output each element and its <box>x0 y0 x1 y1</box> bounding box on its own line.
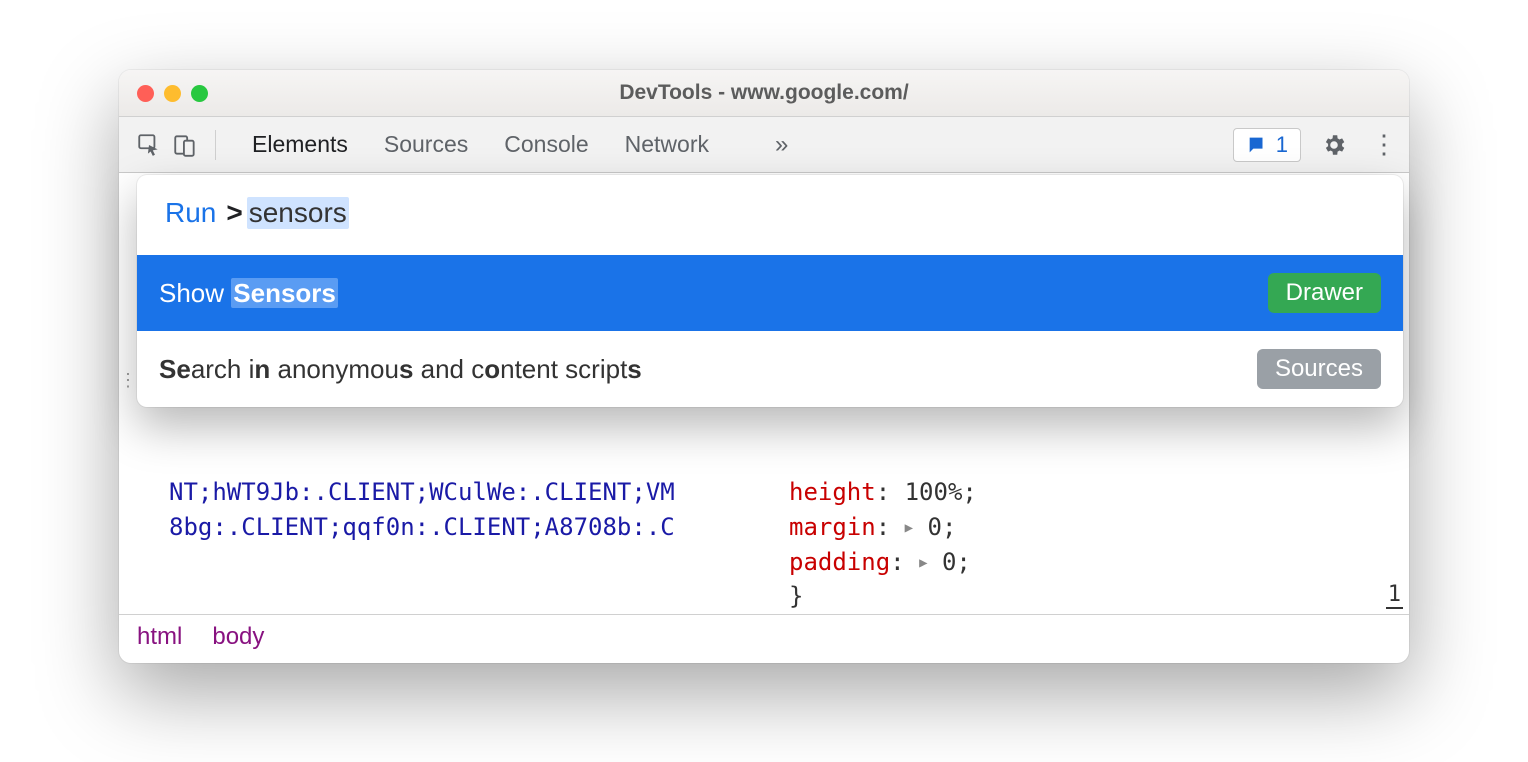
toolbar-separator <box>215 130 216 160</box>
minimize-window-icon[interactable] <box>164 85 181 102</box>
panel-tabs: Elements Sources Console Network » <box>252 131 788 159</box>
issues-button[interactable]: 1 <box>1233 128 1301 162</box>
command-prompt: > <box>226 197 242 229</box>
inspect-element-icon[interactable] <box>133 129 165 161</box>
close-window-icon[interactable] <box>137 85 154 102</box>
command-item-badge: Sources <box>1257 349 1381 389</box>
run-label: Run <box>165 197 216 229</box>
command-results: Show Sensors Drawer Search in anonymous … <box>137 255 1403 407</box>
devtools-window: DevTools - www.google.com/ Elements Sour… <box>119 70 1409 663</box>
fullscreen-window-icon[interactable] <box>191 85 208 102</box>
breadcrumb-item[interactable]: html <box>137 623 182 651</box>
tab-sources[interactable]: Sources <box>384 131 468 158</box>
toolbar: Elements Sources Console Network » 1 ⋮ <box>119 117 1409 173</box>
toggle-device-toolbar-icon[interactable] <box>169 129 201 161</box>
titlebar: DevTools - www.google.com/ <box>119 70 1409 117</box>
command-menu: Run >sensors Show Sensors Drawer Search … <box>137 175 1403 407</box>
command-item-badge: Drawer <box>1268 273 1381 313</box>
tab-console[interactable]: Console <box>504 131 588 158</box>
window-title: DevTools - www.google.com/ <box>119 81 1409 105</box>
more-options-icon[interactable]: ⋮ <box>1367 129 1401 160</box>
tabs-overflow-icon[interactable]: » <box>775 131 788 159</box>
styles-pane-snippet: height: 100%;margin: ▶ 0;padding: ▶ 0; } <box>769 475 1409 614</box>
tab-elements[interactable]: Elements <box>252 131 348 158</box>
command-item-show-sensors[interactable]: Show Sensors Drawer <box>137 255 1403 331</box>
issues-count: 1 <box>1276 132 1288 158</box>
breadcrumb: html body <box>119 614 1409 663</box>
settings-icon[interactable] <box>1317 132 1351 158</box>
command-input[interactable]: Run >sensors <box>137 175 1403 255</box>
tab-network[interactable]: Network <box>625 131 709 158</box>
command-query: sensors <box>247 197 349 229</box>
command-item-label: Show Sensors <box>159 278 338 309</box>
breadcrumb-item[interactable]: body <box>212 623 264 651</box>
traffic-lights <box>137 85 208 102</box>
command-item-label: Search in anonymous and content scripts <box>159 354 642 385</box>
code-area: NT;hWT9Jb:.CLIENT;WCulWe:.CLIENT;VM 8bg:… <box>119 471 1409 614</box>
line-link[interactable]: 1 <box>1386 582 1403 609</box>
html-attribute-text: NT;hWT9Jb:.CLIENT;WCulWe:.CLIENT;VM 8bg:… <box>169 475 769 545</box>
dock-grip-icon[interactable]: ⋮⋮ <box>119 370 137 391</box>
command-item-search-scripts[interactable]: Search in anonymous and content scripts … <box>137 331 1403 407</box>
rule-close: } <box>789 579 1409 614</box>
